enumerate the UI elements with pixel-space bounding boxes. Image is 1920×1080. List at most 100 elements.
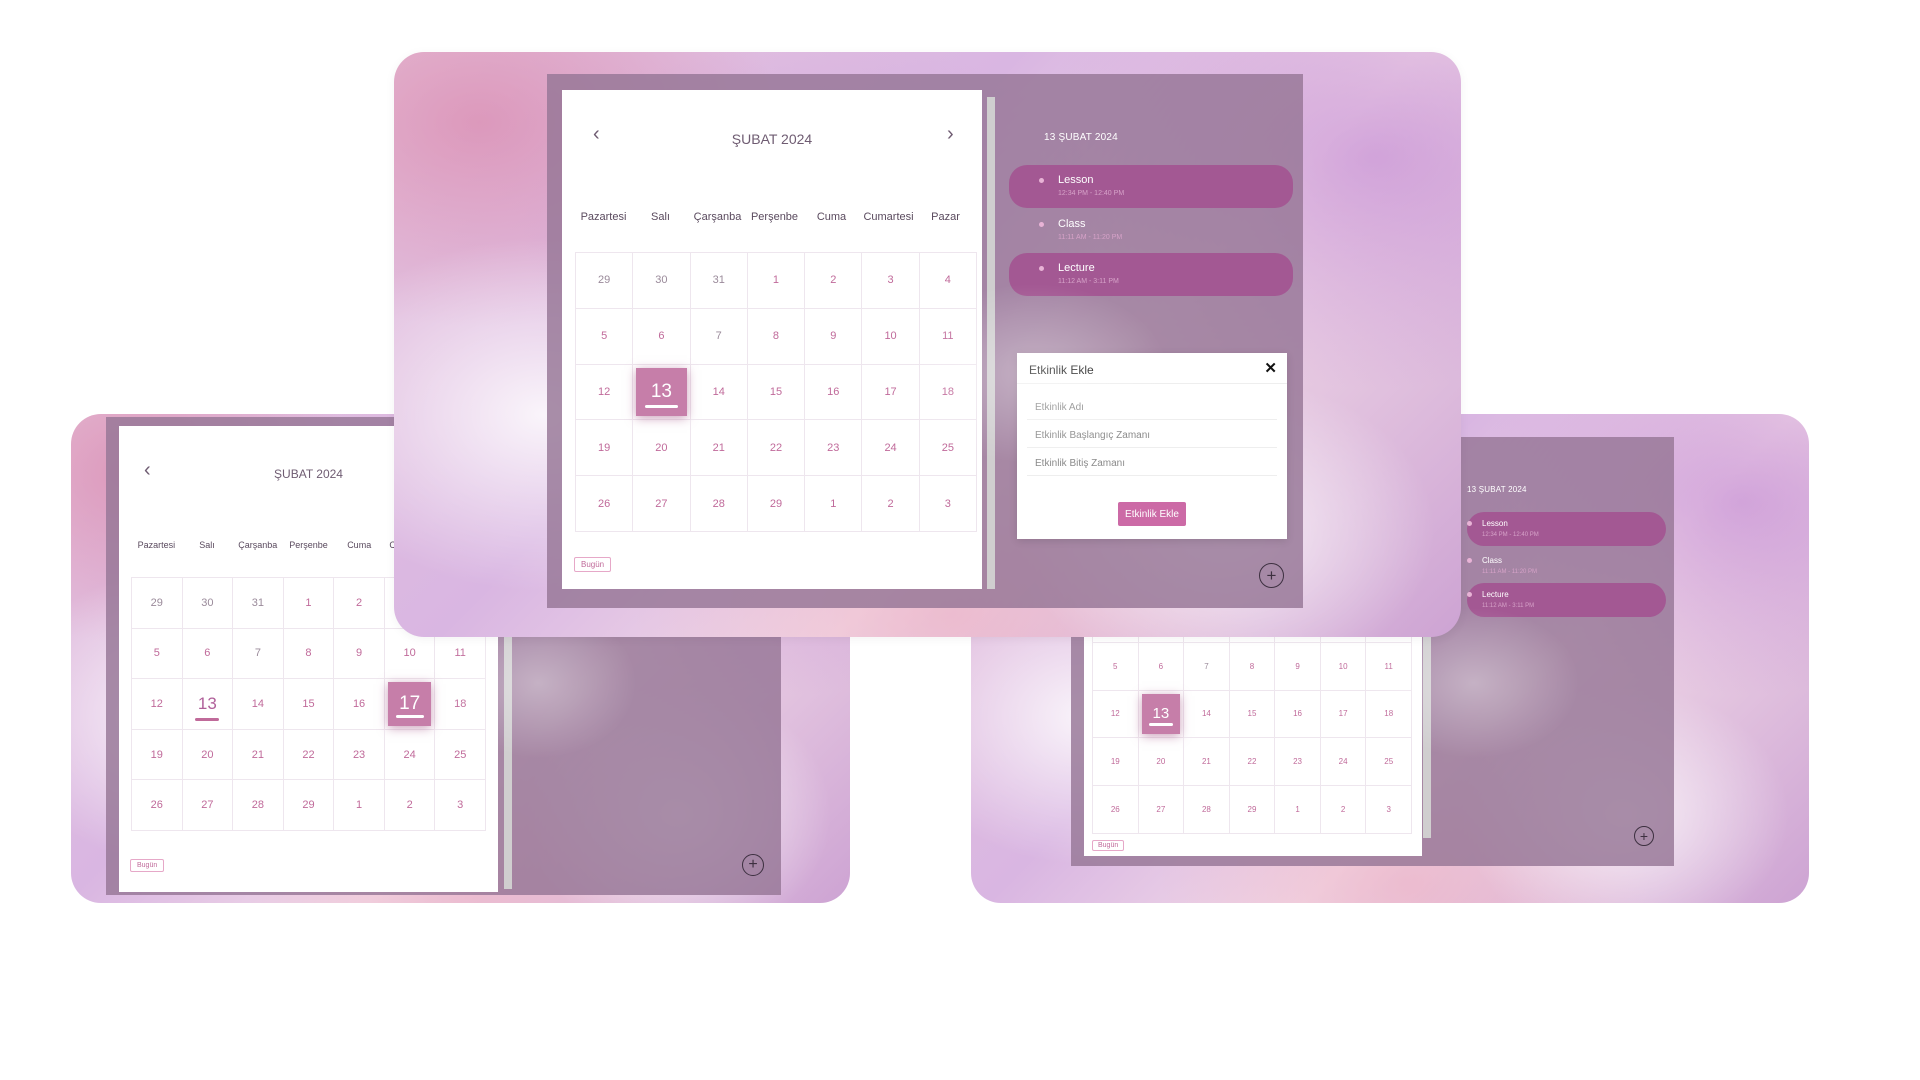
day-cell[interactable]: 5 [576, 308, 634, 365]
day-cell[interactable]: 1 [283, 578, 335, 629]
day-cell-selected[interactable]: 13 [1138, 690, 1185, 739]
day-cell-today[interactable]: 13 [182, 679, 234, 730]
day-cell[interactable]: 2 [384, 780, 436, 831]
day-cell[interactable]: 27 [633, 476, 691, 532]
day-cell[interactable]: 5 [132, 628, 183, 680]
day-cell[interactable]: 29 [132, 578, 183, 629]
day-cell[interactable]: 1 [1275, 786, 1321, 834]
day-cell[interactable]: 30 [633, 253, 691, 309]
day-cell[interactable]: 19 [1093, 738, 1139, 787]
day-cell[interactable]: 26 [1093, 786, 1139, 834]
day-cell[interactable]: 7 [1184, 642, 1230, 691]
day-cell[interactable]: 23 [805, 420, 863, 477]
day-cell[interactable]: 19 [132, 729, 183, 781]
day-cell[interactable]: 1 [747, 253, 806, 309]
day-cell[interactable]: 25 [435, 729, 486, 781]
day-cell[interactable]: 3 [862, 253, 920, 309]
event-end-input[interactable] [1027, 452, 1277, 476]
day-cell[interactable]: 11 [919, 308, 977, 365]
day-cell[interactable]: 21 [1184, 738, 1230, 787]
day-cell[interactable]: 16 [805, 364, 863, 421]
day-cell[interactable]: 25 [919, 420, 977, 477]
day-cell[interactable]: 12 [132, 679, 183, 730]
day-cell[interactable]: 19 [576, 420, 634, 477]
day-cell[interactable]: 15 [283, 679, 335, 730]
day-cell-selected[interactable]: 13 [633, 364, 691, 421]
today-button[interactable]: Bugün [130, 859, 165, 872]
day-cell[interactable]: 24 [1320, 738, 1367, 787]
event-lecture[interactable]: Lecture 11:12 AM - 3:11 PM [1009, 253, 1293, 296]
day-cell[interactable]: 3 [435, 780, 486, 831]
day-cell[interactable]: 29 [747, 476, 806, 532]
close-icon[interactable]: ✕ [1264, 359, 1277, 377]
day-cell[interactable]: 22 [747, 420, 806, 477]
day-cell[interactable]: 5 [1093, 642, 1139, 691]
day-cell[interactable]: 24 [862, 420, 920, 477]
day-cell[interactable]: 20 [633, 420, 691, 477]
day-cell[interactable]: 16 [334, 679, 385, 730]
day-cell[interactable]: 7 [690, 308, 748, 365]
day-cell[interactable]: 18 [919, 364, 977, 421]
day-cell[interactable]: 18 [435, 679, 486, 730]
day-cell[interactable]: 12 [576, 364, 634, 421]
day-cell[interactable]: 29 [1229, 786, 1276, 834]
plus-circle-icon[interactable]: + [1259, 563, 1284, 588]
day-cell[interactable]: 31 [690, 253, 748, 309]
day-cell[interactable]: 3 [1366, 786, 1412, 834]
day-cell[interactable]: 20 [1138, 738, 1185, 787]
day-cell[interactable]: 23 [334, 729, 385, 781]
day-cell[interactable]: 28 [690, 476, 748, 532]
day-cell[interactable]: 2 [862, 476, 920, 532]
day-cell[interactable]: 25 [1366, 738, 1412, 787]
day-cell[interactable]: 10 [862, 308, 920, 365]
day-cell[interactable]: 9 [334, 628, 385, 680]
day-cell[interactable]: 4 [919, 253, 977, 309]
day-cell[interactable]: 2 [334, 578, 385, 629]
today-button[interactable]: Bugün [1092, 840, 1125, 851]
day-cell[interactable]: 6 [182, 628, 234, 680]
day-cell[interactable]: 9 [805, 308, 863, 365]
day-cell[interactable]: 23 [1275, 738, 1321, 787]
event-class[interactable]: Class 11:11 AM - 11:20 PM [1467, 549, 1666, 583]
add-event-button[interactable]: Etkinlik Ekle [1118, 502, 1186, 526]
day-cell[interactable]: 29 [283, 780, 335, 831]
event-lecture[interactable]: Lecture 11:12 AM - 3:11 PM [1467, 583, 1666, 617]
day-cell[interactable]: 21 [233, 729, 284, 781]
day-cell[interactable]: 14 [233, 679, 284, 730]
chevron-left-icon[interactable]: ‹ [593, 124, 600, 144]
event-lesson[interactable]: Lesson 12:34 PM - 12:40 PM [1467, 512, 1666, 546]
day-cell[interactable]: 8 [747, 308, 806, 365]
day-cell[interactable]: 17 [862, 364, 920, 421]
chevron-right-icon[interactable]: › [947, 124, 954, 144]
day-cell[interactable]: 26 [576, 476, 634, 532]
day-cell[interactable]: 7 [233, 628, 284, 680]
day-cell[interactable]: 1 [805, 476, 863, 532]
day-cell[interactable]: 26 [132, 780, 183, 831]
day-cell[interactable]: 20 [182, 729, 234, 781]
day-cell[interactable]: 12 [1093, 690, 1139, 739]
chevron-left-icon[interactable]: ‹ [144, 460, 151, 480]
event-lesson[interactable]: Lesson 12:34 PM - 12:40 PM [1009, 165, 1293, 208]
day-cell[interactable]: 29 [576, 253, 634, 309]
day-cell[interactable]: 14 [1184, 690, 1230, 739]
day-cell[interactable]: 16 [1275, 690, 1321, 739]
day-cell[interactable]: 18 [1366, 690, 1412, 739]
day-cell[interactable]: 9 [1275, 642, 1321, 691]
day-cell[interactable]: 8 [1229, 642, 1276, 691]
day-cell[interactable]: 2 [805, 253, 863, 309]
plus-circle-icon[interactable]: + [742, 854, 764, 876]
day-cell[interactable]: 15 [1229, 690, 1276, 739]
plus-circle-icon[interactable]: + [1634, 826, 1654, 846]
day-cell[interactable]: 3 [919, 476, 977, 532]
event-name-input[interactable] [1027, 396, 1277, 420]
day-cell-selected[interactable]: 17 [384, 679, 436, 730]
day-cell[interactable]: 27 [182, 780, 234, 831]
day-cell[interactable]: 22 [283, 729, 335, 781]
day-cell[interactable]: 14 [690, 364, 748, 421]
day-cell[interactable]: 6 [1138, 642, 1185, 691]
day-cell[interactable]: 11 [1366, 642, 1412, 691]
event-class[interactable]: Class 11:11 AM - 11:20 PM [1009, 209, 1293, 252]
day-cell[interactable]: 6 [633, 308, 691, 365]
today-button[interactable]: Bugün [574, 557, 612, 572]
day-cell[interactable]: 28 [233, 780, 284, 831]
